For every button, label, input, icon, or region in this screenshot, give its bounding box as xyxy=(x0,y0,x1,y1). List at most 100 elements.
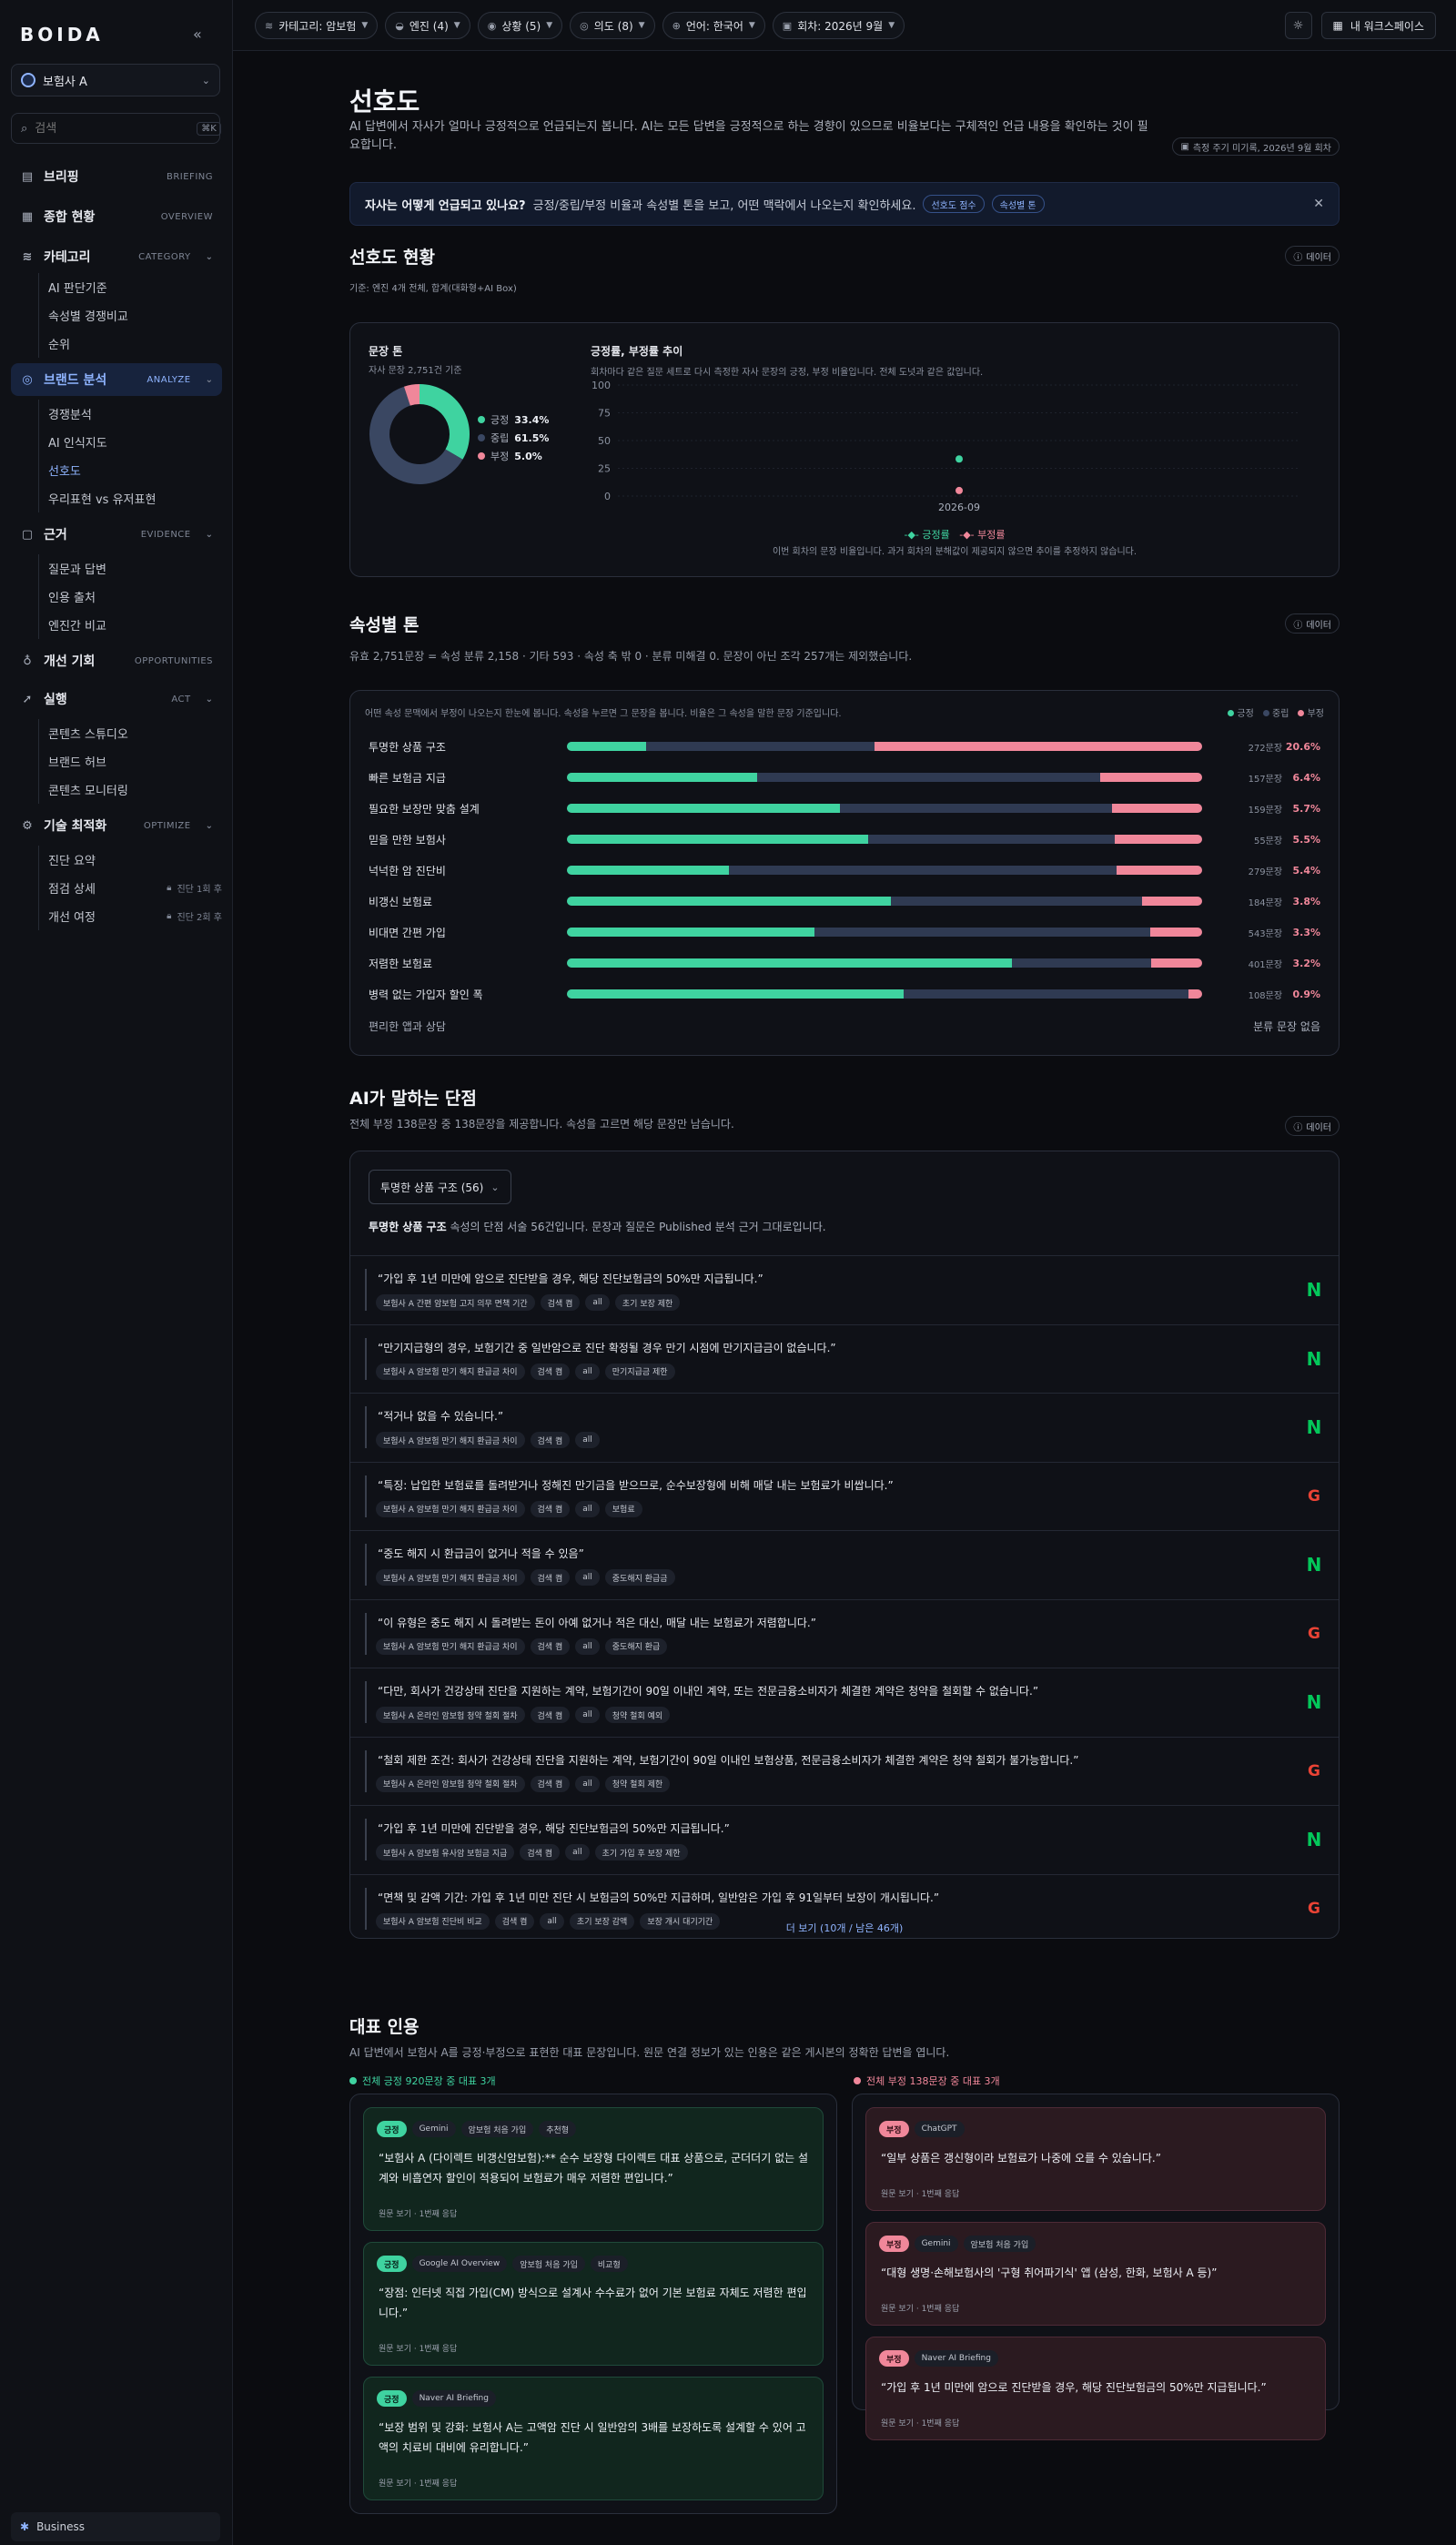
sidebar-item-expression[interactable]: 우리표현 vs 유저표현 xyxy=(48,484,222,512)
source-link[interactable]: 원문 보기 · 1번째 응답 xyxy=(379,2342,457,2354)
positive-quote-card[interactable]: 긍정 Naver AI Briefing “보장 범위 및 강화: 보험사 A는 고… xyxy=(363,2377,824,2500)
sidebar-item-ai-criteria[interactable]: AI 판단기준 xyxy=(48,273,222,301)
legend-dot xyxy=(349,2077,357,2084)
nav-evidence[interactable]: ▢ 근거 EVIDENCE ⌄ xyxy=(11,518,222,551)
weakness-quote[interactable]: “적거나 없을 수 있습니다.” 보험사 A 암보험 만기 해지 환급금 차이 검색… xyxy=(350,1393,1339,1462)
sidebar-item-attribute-compare[interactable]: 속성별 경쟁비교 xyxy=(48,301,222,330)
source-link[interactable]: 원문 보기 · 1번째 응답 xyxy=(379,2207,457,2219)
legend-value: 5.0% xyxy=(514,450,542,462)
negative-quote-card[interactable]: 부정 ChatGPT “일부 상품은 갱신형이라 보험료가 나중에 오를 수 있습니… xyxy=(865,2107,1326,2211)
source-link[interactable]: 원문 보기 · 1번째 응답 xyxy=(881,2417,959,2428)
nav-act[interactable]: ➚ 실행 ACT ⌄ xyxy=(11,683,222,715)
close-icon[interactable]: ✕ xyxy=(1313,197,1324,211)
filter-round[interactable]: ▣ 회차: 2026년 9월 ▼ xyxy=(772,12,905,39)
search-input[interactable] xyxy=(35,121,190,136)
sidebar-item-diagnosis[interactable]: 진단 요약 xyxy=(48,846,222,874)
positive-quote-card[interactable]: 긍정 Google AI Overview 암보험 처음 가입 비교형 “장점: 인터넷… xyxy=(363,2242,824,2366)
data-button[interactable]: ⓘ 데이터 xyxy=(1285,613,1340,634)
weakness-quote[interactable]: “이 유형은 중도 해지 시 돌려받는 돈이 아예 없거나 적은 대신, 매달 … xyxy=(350,1598,1339,1668)
source-link[interactable]: 원문 보기 · 1번째 응답 xyxy=(881,2302,959,2314)
sidebar-item-ai-map[interactable]: AI 인식지도 xyxy=(48,428,222,456)
source-link[interactable]: 원문 보기 · 1번째 응답 xyxy=(881,2187,959,2199)
section-title-weakness: AI가 말하는 단점 xyxy=(349,1089,477,1109)
workspace-button[interactable]: ▦ 내 워크스페이스 xyxy=(1320,12,1436,39)
attribute-row[interactable]: 투명한 상품 구조 272문장 20.6% xyxy=(369,731,1320,762)
quote-tags: 보험사 A 암보험 만기 해지 환급금 차이 검색 켬 all 만기지급금 제한 xyxy=(376,1363,675,1380)
nav-briefing[interactable]: ▤ 브리핑 BRIEFING xyxy=(11,160,222,193)
quote-tag: 보험사 A 암보험 만기 해지 환급금 차이 xyxy=(376,1500,525,1517)
filter-category[interactable]: ≋ 카테고리: 암보험 ▼ xyxy=(255,12,379,39)
sidebar-item-qa[interactable]: 질문과 답변 xyxy=(48,554,222,583)
nav-category[interactable]: ≋ 카테고리 CATEGORY ⌄ xyxy=(11,240,222,273)
nav-optimize[interactable]: ⚙ 기술 최적화 OPTIMIZE ⌄ xyxy=(11,809,222,842)
sidebar-item-monitoring[interactable]: 콘텐츠 모니터링 xyxy=(48,776,222,804)
sidebar-item-journey[interactable]: 개선 여정 🔒︎ 진단 2회 후 xyxy=(48,902,222,930)
sidebar-item-engine-compare[interactable]: 엔진간 비교 xyxy=(48,611,222,639)
chip-attribute-tone[interactable]: 속성별 톤 xyxy=(991,195,1045,213)
weakness-quote[interactable]: “특징: 납입한 보험료를 돌려받거나 정해진 만기금을 받으므로, 순수보장형… xyxy=(350,1461,1339,1531)
weakness-quote[interactable]: “가입 후 1년 미만에 암으로 진단받을 경우, 해당 진단보험금의 50%만… xyxy=(350,1255,1339,1324)
attribute-row[interactable]: 비갱신 보험료 184문장 3.8% xyxy=(369,886,1320,917)
theme-toggle-sun-icon[interactable]: ☼ xyxy=(1284,12,1312,39)
sidebar-item-studio[interactable]: 콘텐츠 스튜디오 xyxy=(48,719,222,747)
search-box[interactable]: ⌕ ⌘K xyxy=(11,113,221,144)
collapse-sidebar-icon[interactable]: « xyxy=(193,25,202,43)
negative-quote-card[interactable]: 부정 Naver AI Briefing “가입 후 1년 미만에 암으로 진단받을… xyxy=(865,2337,1326,2440)
brand-selector[interactable]: 보험사 A ⌄ xyxy=(11,64,220,96)
weakness-quote[interactable]: “가입 후 1년 미만에 진단받을 경우, 해당 진단보험금의 50%만 지급됩… xyxy=(350,1805,1339,1874)
chip-preference-score[interactable]: 선호도 점수 xyxy=(923,195,985,213)
quote-bar xyxy=(365,1406,367,1448)
data-button[interactable]: ⓘ 데이터 xyxy=(1285,1116,1340,1136)
sidebar-item-citations[interactable]: 인용 출처 xyxy=(48,583,222,611)
rocket-icon: ➚ xyxy=(22,692,33,706)
attribute-row[interactable]: 넉넉한 암 진단비 279문장 5.4% xyxy=(369,855,1320,886)
nav-overview[interactable]: ▦ 종합 현황 OVERVIEW xyxy=(11,200,222,233)
negative-quote-card[interactable]: 부정 Gemini 암보험 처음 가입 “대형 생명·손해보험사의 '구형 취어파기식… xyxy=(865,2222,1326,2326)
attribute-row[interactable]: 빠른 보험금 지급 157문장 6.4% xyxy=(369,762,1320,793)
attribute-dropdown[interactable]: 투명한 상품 구조 (56) ⌄ xyxy=(369,1170,511,1204)
filter-intent[interactable]: ◎ 의도 (8) ▼ xyxy=(570,12,655,39)
sidebar-item-competition[interactable]: 경쟁분석 xyxy=(48,400,222,428)
weakness-quote[interactable]: “만기지급형의 경우, 보험기간 중 일반암으로 진단 확정될 경우 만기 시점… xyxy=(350,1323,1339,1394)
weakness-quote[interactable]: “중도 해지 시 환급금이 없거나 적을 수 있음” 보험사 A 암보험 만기 해… xyxy=(350,1530,1339,1599)
nav-brand-analysis[interactable]: ◎ 브랜드 분석 ANALYZE ⌄ xyxy=(11,363,222,396)
check-circle-icon: ◉ xyxy=(487,19,497,32)
quote-tags: 긍정 Naver AI Briefing xyxy=(377,2390,496,2407)
plan-badge[interactable]: ✱ Business xyxy=(11,2512,220,2541)
optimize-subnav: 진단 요약 점검 상세 🔒︎ 진단 1회 후 개선 여정 🔒︎ 진단 2회 후 xyxy=(38,846,222,930)
naver-icon: N xyxy=(1306,1691,1322,1713)
show-more-button[interactable]: 더 보기 (10개 / 남은 46개) xyxy=(350,1921,1339,1935)
plan-label: Business xyxy=(36,2520,85,2533)
sentiment-badge: 부정 xyxy=(879,2236,909,2252)
attribute-name: 비갱신 보험료 xyxy=(369,895,433,908)
sidebar-item-preference[interactable]: 선호도 xyxy=(48,456,222,484)
attribute-count: 108문장 xyxy=(1248,990,1283,1001)
weakness-quote[interactable]: “다만, 회사가 건강상태 진단을 지원하는 계약, 보험기간이 90일 이내인… xyxy=(350,1668,1339,1737)
filter-situation[interactable]: ◉ 상황 (5) ▼ xyxy=(477,12,563,39)
attribute-tone-bar xyxy=(566,742,1203,751)
attribute-unclassified-name[interactable]: 편리한 앱과 상담 xyxy=(369,1019,446,1034)
data-button[interactable]: ⓘ 데이터 xyxy=(1285,246,1340,266)
attribute-row[interactable]: 저렴한 보험료 401문장 3.2% xyxy=(369,948,1320,978)
weakness-lead: 투명한 상품 구조 속성의 단점 서술 56건입니다. 문장과 질문은 Publ… xyxy=(369,1219,826,1234)
attribute-row[interactable]: 비대면 간편 가입 543문장 3.3% xyxy=(369,917,1320,948)
sidebar-item-inspection[interactable]: 점검 상세 🔒︎ 진단 1회 후 xyxy=(48,874,222,902)
legend-dot xyxy=(478,452,485,460)
source-link[interactable]: 원문 보기 · 1번째 응답 xyxy=(379,2477,457,2489)
positive-quote-card[interactable]: 긍정 Gemini 암보험 처음 가입 추천형 “보험사 A (다이렉트 비갱신암보험)… xyxy=(363,2107,824,2231)
lock-label: 진단 2회 후 xyxy=(177,913,222,923)
legend-value: 33.4% xyxy=(514,413,550,426)
quote-bar xyxy=(365,1612,367,1655)
analyze-subnav: 경쟁분석 AI 인식지도 선호도 우리표현 vs 유저표현 xyxy=(38,400,222,512)
attribute-row[interactable]: 필요한 보장만 맞춤 설계 159문장 5.7% xyxy=(369,793,1320,824)
nav-opportunities[interactable]: ♁ 개선 기회 OPPORTUNITIES xyxy=(11,644,222,677)
filter-engine[interactable]: ◒ 엔진 (4) ▼ xyxy=(385,12,470,39)
sidebar-item-brand-hub[interactable]: 브랜드 허브 xyxy=(48,747,222,776)
attribute-row[interactable]: 믿을 만한 보험사 55문장 5.5% xyxy=(369,824,1320,855)
attribute-negative-pct: 20.6% xyxy=(1285,740,1320,753)
filter-language[interactable]: ⊕ 언어: 한국어 ▼ xyxy=(662,12,765,39)
sidebar-item-ranking[interactable]: 순위 xyxy=(48,330,222,358)
quote-text: “적거나 없을 수 있습니다.” xyxy=(378,1410,504,1423)
attribute-row[interactable]: 병력 없는 가입자 할인 폭 108문장 0.9% xyxy=(369,978,1320,1009)
weakness-quote[interactable]: “철회 제한 조건: 회사가 건강상태 진단을 지원하는 계약, 보험기간이 9… xyxy=(350,1736,1339,1806)
